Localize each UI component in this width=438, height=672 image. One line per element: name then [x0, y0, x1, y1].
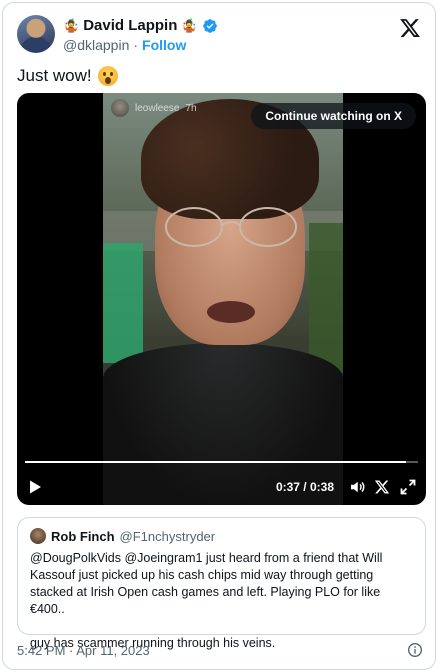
- quoted-author-name: Rob Finch: [51, 528, 115, 544]
- separator-dot: ·: [133, 37, 139, 53]
- background-right: [309, 223, 343, 373]
- author-display-name[interactable]: David Lappin: [83, 17, 177, 35]
- author-handle[interactable]: @dklappin: [63, 37, 129, 53]
- video-frame: leowleese 7h: [103, 93, 343, 505]
- play-icon[interactable]: [27, 479, 43, 495]
- follow-button[interactable]: Follow: [142, 37, 186, 53]
- story-overlay: leowleese 7h: [111, 99, 197, 117]
- tweet-embed-card: 🤹 David Lappin 🤹 @dklappin · Follow Just…: [2, 2, 436, 670]
- story-avatar: [111, 99, 129, 117]
- quoted-tweet-header: Rob Finch @F1nchystryder: [30, 528, 215, 544]
- tweet-text-content: Just wow!: [17, 66, 92, 85]
- story-username: leowleese: [135, 102, 180, 114]
- tweet-text: Just wow!: [17, 65, 118, 87]
- video-progress-fill: [25, 461, 407, 463]
- quoted-author-avatar: [30, 528, 46, 544]
- juggler-emoji-icon: 🤹: [181, 18, 198, 33]
- author-handle-row: @dklappin · Follow: [63, 37, 186, 53]
- author-name-row[interactable]: 🤹 David Lappin 🤹: [63, 17, 218, 35]
- astonished-face-emoji-icon: [97, 66, 118, 86]
- x-logo-icon[interactable]: [399, 17, 421, 39]
- quoted-tweet-paragraph: @DougPolkVids @Joeingram1 just heard fro…: [30, 551, 383, 616]
- continue-watching-button[interactable]: Continue watching on X: [251, 103, 416, 129]
- quoted-tweet[interactable]: Rob Finch @F1nchystryder @DougPolkVids @…: [17, 517, 426, 650]
- verified-badge-icon: [202, 19, 217, 33]
- video-player[interactable]: leowleese 7h Continue watching on X 0:37…: [17, 93, 426, 505]
- person-mouth: [207, 301, 255, 323]
- fullscreen-expand-icon[interactable]: [400, 479, 416, 495]
- story-time: 7h: [185, 102, 197, 114]
- video-controls: 0:37 / 0:38: [17, 471, 426, 505]
- author-avatar[interactable]: [17, 15, 55, 53]
- juggler-emoji-icon: 🤹: [63, 18, 80, 33]
- tweet-header: 🤹 David Lappin 🤹 @dklappin · Follow: [17, 15, 421, 55]
- background-banner: [103, 243, 143, 363]
- quoted-tweet-body: @DougPolkVids @Joeingram1 just heard fro…: [30, 550, 413, 652]
- quoted-author-handle: @F1nchystryder: [119, 528, 216, 544]
- glasses-shape: [165, 207, 297, 247]
- volume-icon[interactable]: [348, 478, 366, 496]
- tweet-timestamp[interactable]: 5:42 PM · Apr 11, 2023: [17, 643, 150, 658]
- video-progress-bar[interactable]: [25, 461, 418, 463]
- x-logo-icon[interactable]: [374, 479, 390, 495]
- video-time: 0:37 / 0:38: [275, 480, 334, 494]
- info-icon[interactable]: [407, 642, 423, 658]
